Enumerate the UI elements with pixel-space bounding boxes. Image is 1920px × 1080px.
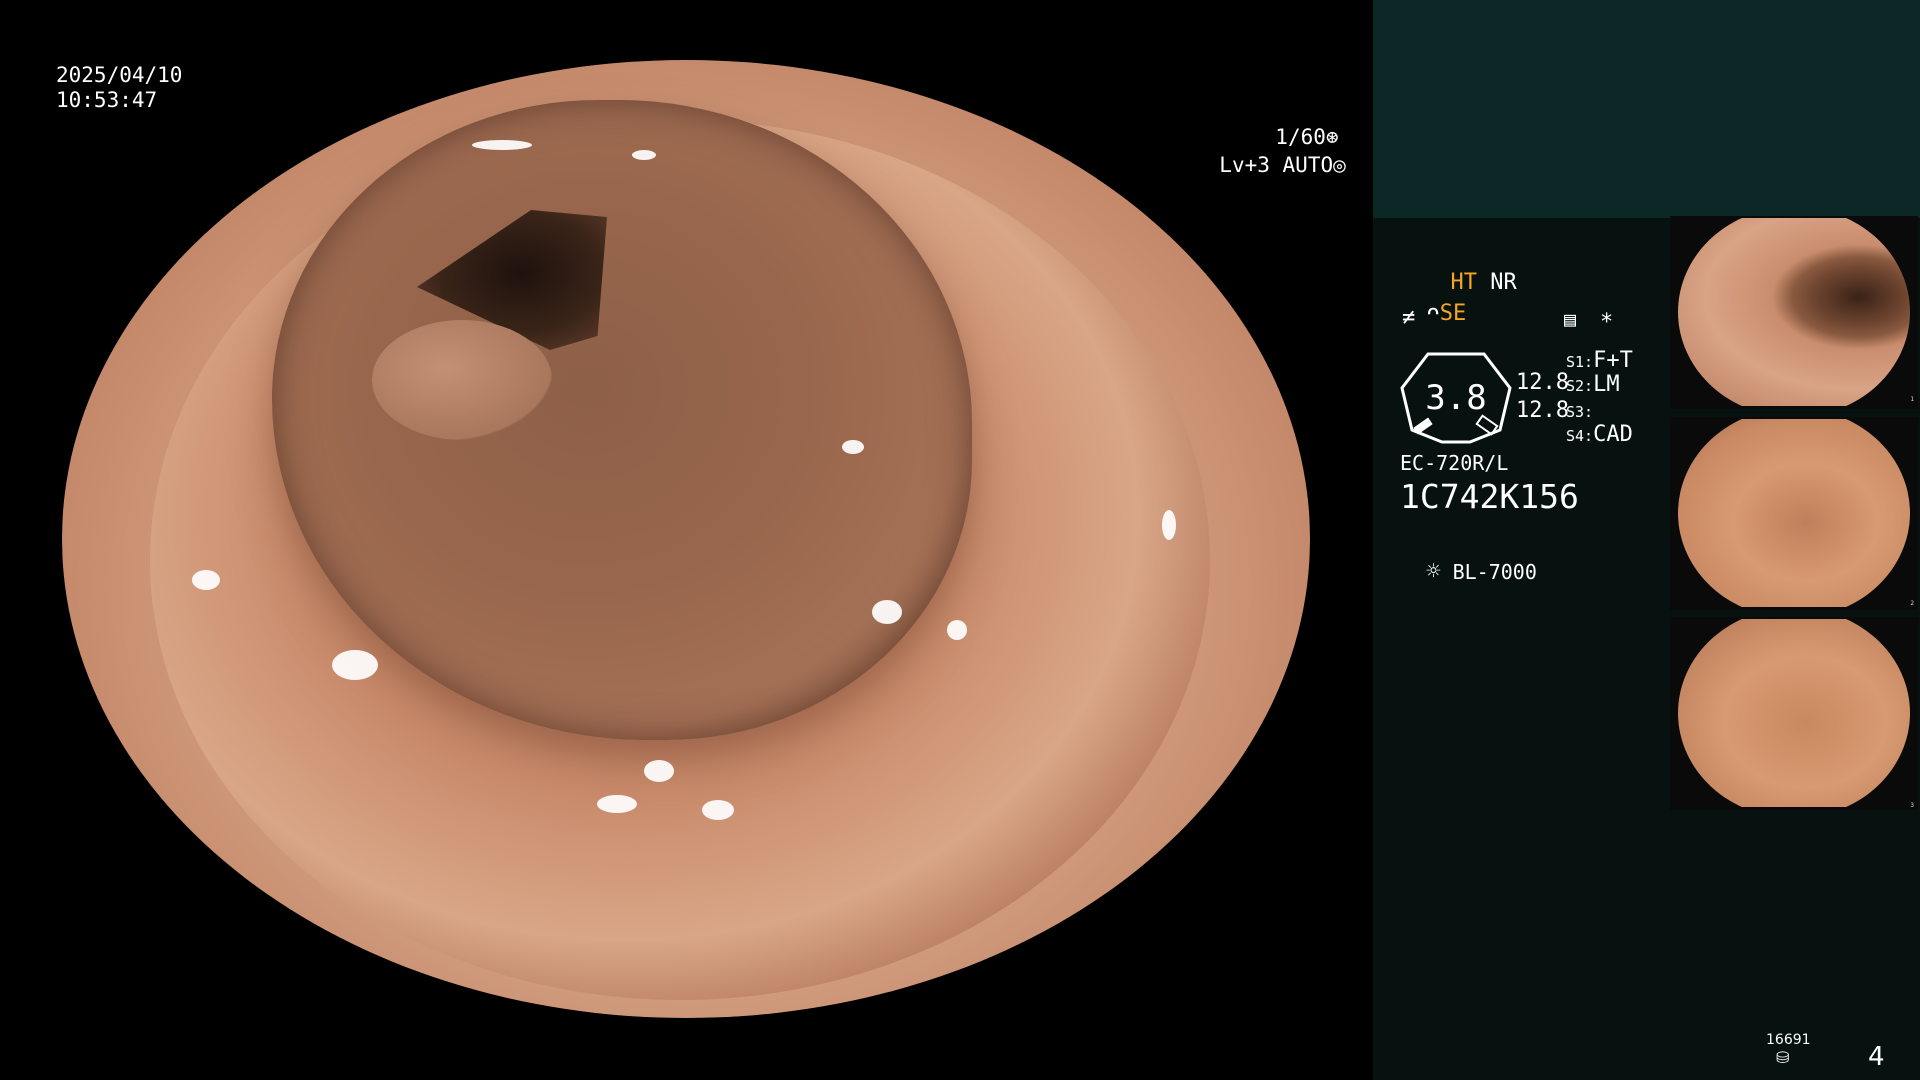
colon-fold-inner xyxy=(372,320,552,440)
thumbnail-image xyxy=(1678,218,1910,406)
switch-value: F+T xyxy=(1593,348,1633,373)
specular-highlight xyxy=(102,760,118,800)
specular-highlight xyxy=(1017,940,1077,966)
date-label: 2025/04/10 xyxy=(56,63,183,87)
specular-highlight xyxy=(597,795,637,813)
switch-key: S4: xyxy=(1566,427,1594,445)
gauge-sub-value-2: 12.8 xyxy=(1516,398,1569,423)
specular-highlight xyxy=(1162,510,1176,540)
rigidity-gauge: 3.8 xyxy=(1400,352,1512,444)
switch-key: S1: xyxy=(1566,353,1594,371)
switch-value: CAD xyxy=(1593,422,1633,447)
switch-item: S2:LM xyxy=(1566,372,1620,399)
thumbnail-1[interactable]: 1 xyxy=(1670,216,1918,409)
thumbnail-image xyxy=(1678,419,1910,607)
light-source-icon: ☼ xyxy=(1426,557,1441,585)
endoscopic-view xyxy=(62,60,1310,1018)
switch-value: LM xyxy=(1593,372,1620,397)
specular-highlight xyxy=(632,150,656,160)
filter-icon: ≠ xyxy=(1402,305,1416,330)
image-counter: 16691 xyxy=(1766,1032,1811,1048)
mode-value: AUTO xyxy=(1282,153,1334,177)
gauge-sub-value-1: 12.8 xyxy=(1516,370,1569,395)
switch-key: S3: xyxy=(1566,403,1594,421)
gauge-marker-left xyxy=(1413,417,1433,435)
thumbnail-index: 3 xyxy=(1910,802,1914,809)
light-source-row: ☼ BL-7000 xyxy=(1402,532,1537,585)
structure-enhance-icon: ᴖ xyxy=(1426,301,1440,326)
settings-grid-icon: ▤ xyxy=(1564,307,1577,331)
switch-key: S2: xyxy=(1566,377,1594,395)
switch-item: S4:CAD xyxy=(1566,422,1633,449)
specular-highlight xyxy=(872,600,902,624)
iris-icon: ◎ xyxy=(1333,153,1346,177)
thumbnail-index: 2 xyxy=(1910,600,1914,607)
specular-highlight xyxy=(842,440,864,454)
specular-highlight xyxy=(644,760,674,782)
light-source-label: BL-7000 xyxy=(1452,560,1537,584)
gauge-value: 3.8 xyxy=(1425,378,1486,418)
scope-model: EC-720R/L xyxy=(1400,451,1509,475)
panel-header-block xyxy=(1373,0,1920,218)
thumbnail-2[interactable]: 2 xyxy=(1670,417,1918,610)
thumbnail-image xyxy=(1678,619,1910,807)
specular-highlight xyxy=(947,620,967,640)
specular-highlight xyxy=(192,570,220,590)
specular-highlight xyxy=(332,650,378,680)
thumbnail-index: 1 xyxy=(1910,396,1914,403)
specular-highlight xyxy=(702,800,734,820)
specular-highlight xyxy=(472,140,532,150)
switch-item: S3: xyxy=(1566,398,1593,425)
page-number: 4 xyxy=(1868,1042,1885,1072)
gauge-marker-right xyxy=(1475,414,1499,436)
nr-label: NR xyxy=(1490,270,1517,295)
star-indicator: * xyxy=(1600,310,1614,335)
level-value: Lv+3 xyxy=(1219,153,1270,177)
time-label: 10:53:47 xyxy=(56,88,158,112)
switch-item: S1:F+T xyxy=(1566,348,1633,375)
exposure-mode: Lv+3 AUTO◎ xyxy=(1194,128,1346,178)
scope-serial: 1C742K156 xyxy=(1400,477,1579,516)
se-label: SE xyxy=(1439,301,1467,326)
storage-icon: ⛁ xyxy=(1776,1048,1790,1067)
thumbnail-3[interactable]: 3 xyxy=(1670,617,1918,810)
